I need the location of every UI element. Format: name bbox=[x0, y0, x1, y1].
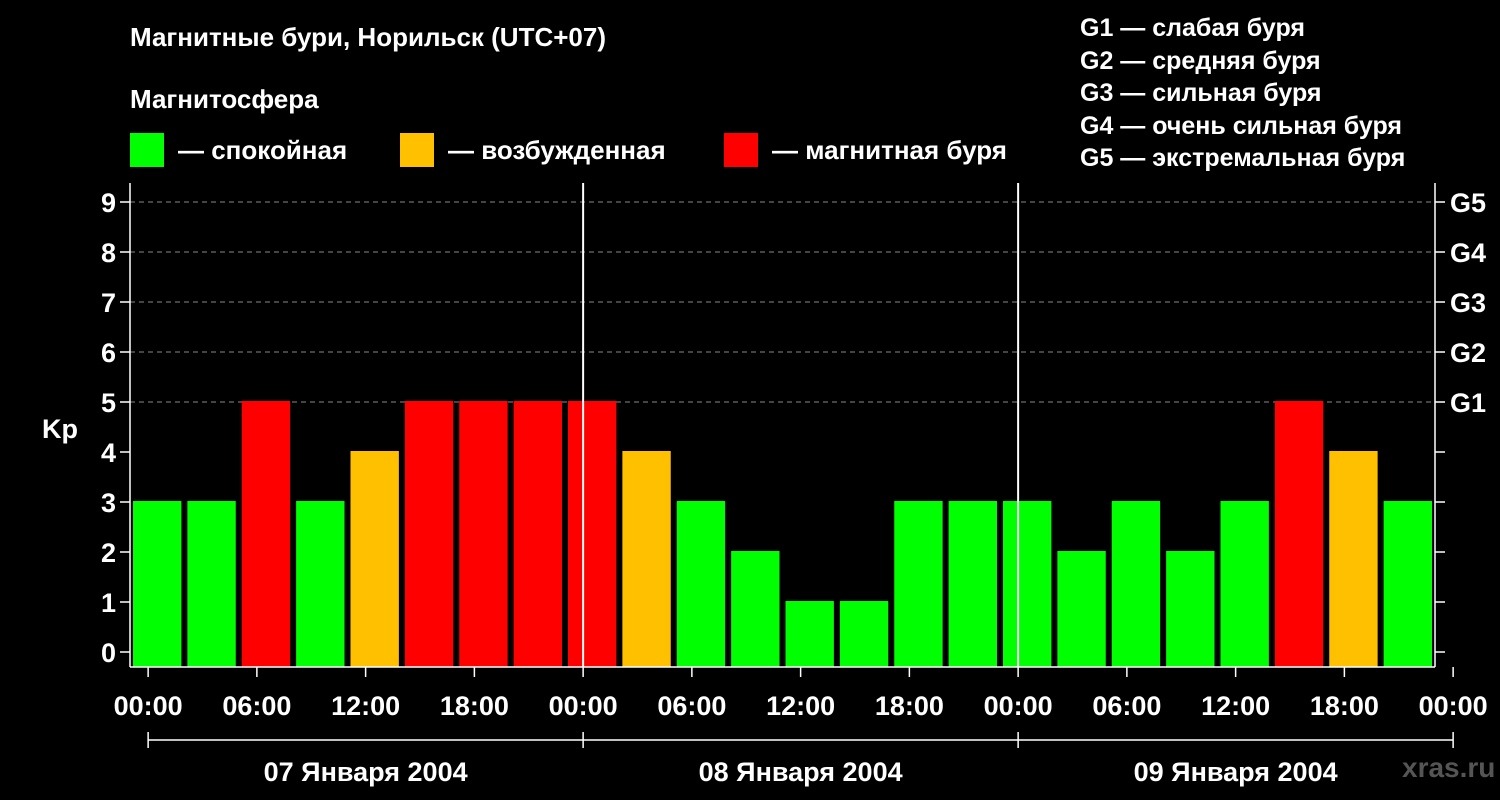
x-tick-label: 12:00 bbox=[331, 691, 400, 721]
kp-bar bbox=[1329, 451, 1378, 667]
y-tick-label: 2 bbox=[101, 538, 116, 568]
g-level-label: G3 bbox=[1450, 288, 1486, 318]
day-label: 09 Января 2004 bbox=[1134, 757, 1338, 787]
kp-bar bbox=[1111, 501, 1161, 667]
y-tick-label: 7 bbox=[101, 288, 116, 318]
g-level-label: G2 bbox=[1450, 338, 1486, 368]
kp-bar bbox=[133, 501, 182, 667]
y-tick-label: 6 bbox=[101, 338, 116, 368]
x-tick-label: 06:00 bbox=[1092, 691, 1161, 721]
kp-bar bbox=[1220, 501, 1269, 667]
y-tick-label: 9 bbox=[101, 188, 116, 218]
x-tick-label: 12:00 bbox=[766, 691, 835, 721]
kp-bar bbox=[676, 501, 726, 667]
day-label: 07 Января 2004 bbox=[264, 757, 468, 787]
g-level-label: G4 bbox=[1450, 238, 1486, 268]
kp-chart: 0 1 2 3 4 5 6 7 8 9 G1 G2 G3 G4 G5 Kp 00:00 06:00 12:00 18:… bbox=[42, 183, 1488, 787]
kp-bar bbox=[1003, 501, 1052, 667]
x-tick-label: 00:00 bbox=[114, 691, 183, 721]
x-tick-label: 00:00 bbox=[984, 691, 1053, 721]
g-level-label: G5 bbox=[1450, 188, 1486, 218]
kp-bar bbox=[731, 551, 780, 667]
kp-bar bbox=[568, 401, 617, 667]
kp-bar bbox=[404, 401, 454, 667]
kp-bar bbox=[785, 601, 834, 667]
x-tick-label: 18:00 bbox=[1310, 691, 1379, 721]
kp-bar bbox=[622, 451, 671, 667]
y-tick-label: 5 bbox=[101, 388, 116, 418]
kp-bar bbox=[459, 401, 508, 667]
x-tick-label: 00:00 bbox=[1419, 691, 1488, 721]
y-tick-label: 1 bbox=[101, 588, 116, 618]
g-level-label: G1 bbox=[1450, 388, 1486, 418]
kp-bar bbox=[1057, 551, 1106, 667]
kp-bar bbox=[187, 501, 236, 667]
kp-bar bbox=[513, 401, 562, 667]
y-tick-label: 4 bbox=[101, 438, 116, 468]
y-tick-label: 0 bbox=[101, 638, 116, 668]
kp-bar bbox=[948, 501, 997, 667]
x-tick-label: 18:00 bbox=[875, 691, 944, 721]
kp-bar bbox=[296, 501, 345, 667]
kp-bar bbox=[1383, 501, 1432, 667]
kp-bar bbox=[839, 601, 889, 667]
kp-bar bbox=[1274, 401, 1324, 667]
y-axis-label: Kp bbox=[42, 414, 78, 444]
x-tick-label: 18:00 bbox=[440, 691, 509, 721]
kp-bar bbox=[1166, 551, 1215, 667]
x-tick-label: 00:00 bbox=[549, 691, 618, 721]
y-tick-label: 8 bbox=[101, 238, 116, 268]
watermark: xras.ru bbox=[1402, 752, 1496, 783]
y-tick-label: 3 bbox=[101, 488, 116, 518]
kp-bar bbox=[350, 451, 399, 667]
x-tick-label: 06:00 bbox=[657, 691, 726, 721]
kp-bar bbox=[894, 501, 943, 667]
day-label: 08 Января 2004 bbox=[699, 757, 903, 787]
x-tick-label: 12:00 bbox=[1201, 691, 1270, 721]
x-tick-label: 06:00 bbox=[222, 691, 291, 721]
kp-bar bbox=[241, 401, 291, 667]
